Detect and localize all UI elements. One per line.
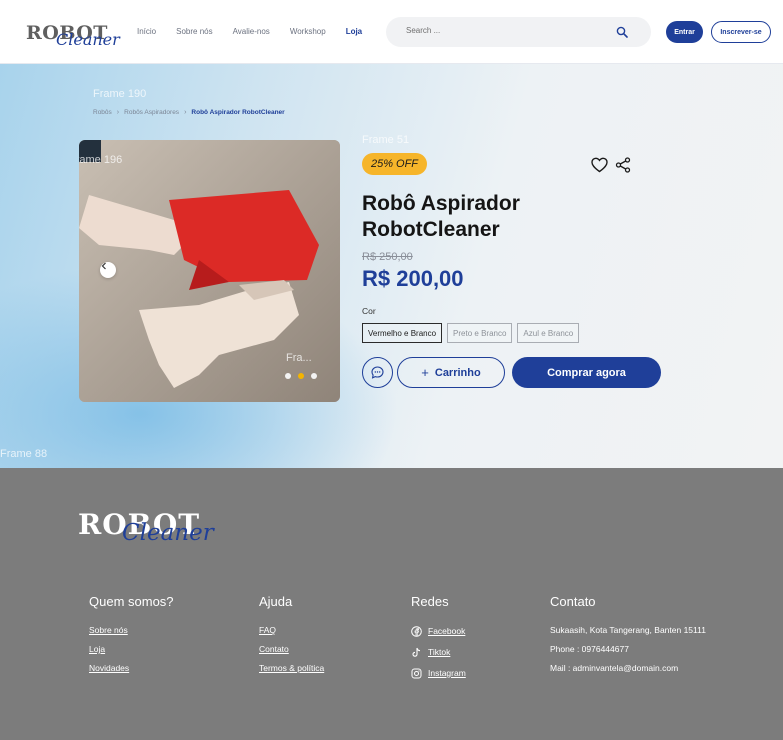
discount-badge: 25% OFF <box>362 153 427 175</box>
gallery-prev-button[interactable] <box>100 262 116 278</box>
tiktok-icon <box>412 647 421 657</box>
frame-label: Frame 88 <box>0 448 48 460</box>
search-input[interactable] <box>406 26 606 35</box>
logo-script: Cleaner <box>56 30 120 49</box>
social-link-label[interactable]: Facebook <box>428 627 465 636</box>
chat-icon <box>371 366 384 379</box>
current-price: R$ 200,00 <box>362 266 464 291</box>
footer-contact: Contato Sukaasih, Kota Tangerang, Banten… <box>550 594 706 683</box>
search-bar <box>386 17 651 47</box>
nav-item-loja[interactable]: Loja <box>346 27 362 37</box>
product-gallery[interactable]: Frame 196 Fra... <box>79 140 340 402</box>
main-nav: Início Sobre nós Avalie-nos Workshop Loj… <box>137 27 382 37</box>
product-hero: Frame 190 Frame 51 Frame 88 Robôs › Robô… <box>0 64 783 468</box>
color-options: Vermelho e Branco Preto e Branco Azul e … <box>362 323 580 343</box>
instagram-icon <box>411 668 422 679</box>
footer-link-termos[interactable]: Termos & política <box>259 664 324 673</box>
color-option-azul-branco[interactable]: Azul e Branco <box>517 323 580 343</box>
chevron-left-icon <box>101 262 106 270</box>
frame-label: Frame 190 <box>93 88 147 100</box>
add-to-cart-label: Carrinho <box>434 366 481 379</box>
footer-link-contato[interactable]: Contato <box>259 645 324 654</box>
heart-icon[interactable] <box>591 157 608 173</box>
gallery-dot[interactable] <box>285 373 291 379</box>
color-option-preto-branco[interactable]: Preto e Branco <box>447 323 513 343</box>
footer-social: Redes Facebook Tiktok Instagram <box>411 594 466 689</box>
breadcrumb: Robôs › Robôs Aspiradores › Robô Aspirad… <box>93 109 285 116</box>
footer-link-sobre[interactable]: Sobre nós <box>89 626 174 635</box>
frame-label: Frame 196 <box>79 154 123 166</box>
footer-link-novidades[interactable]: Novidades <box>89 664 174 673</box>
facebook-icon <box>411 626 422 637</box>
gallery-dot[interactable] <box>311 373 317 379</box>
logo[interactable]: ROBOT Cleaner <box>26 22 120 50</box>
gallery-dot-active[interactable] <box>298 373 304 379</box>
social-instagram[interactable]: Instagram <box>411 668 466 679</box>
chat-button[interactable] <box>362 357 393 388</box>
nav-item-sobre[interactable]: Sobre nós <box>176 27 212 37</box>
frame-label: Frame 51 <box>362 134 410 146</box>
breadcrumb-item[interactable]: Robôs Aspiradores <box>124 109 179 116</box>
social-link-label[interactable]: Instagram <box>428 669 466 678</box>
signup-button[interactable]: Inscrever-se <box>711 21 771 43</box>
footer-link-loja[interactable]: Loja <box>89 645 174 654</box>
site-header: ROBOT Cleaner Início Sobre nós Avalie-no… <box>0 0 783 64</box>
social-facebook[interactable]: Facebook <box>411 626 466 637</box>
chevron-right-icon: › <box>116 109 120 116</box>
footer-help: Ajuda FAQ Contato Termos & política <box>259 594 324 683</box>
contact-address: Sukaasih, Kota Tangerang, Banten 15111 <box>550 625 706 635</box>
nav-item-workshop[interactable]: Workshop <box>290 27 326 37</box>
contact-phone: Phone : 0976444677 <box>550 644 629 654</box>
footer-about: Quem somos? Sobre nós Loja Novidades <box>89 594 174 683</box>
breadcrumb-current: Robô Aspirador RobotCleaner <box>191 109 285 116</box>
gallery-dots <box>285 373 317 379</box>
chevron-right-icon: › <box>184 109 187 116</box>
social-tiktok[interactable]: Tiktok <box>411 647 466 658</box>
footer-heading: Redes <box>411 594 449 609</box>
buy-now-button[interactable]: Comprar agora <box>512 357 661 388</box>
old-price: R$ 250,00 <box>362 251 413 263</box>
color-option-vermelho-branco[interactable]: Vermelho e Branco <box>362 323 443 343</box>
nav-item-inicio[interactable]: Início <box>137 27 156 37</box>
footer-heading: Ajuda <box>259 594 293 609</box>
nav-item-avalie[interactable]: Avalie-nos <box>233 27 270 37</box>
footer-link-faq[interactable]: FAQ <box>259 626 324 635</box>
login-button[interactable]: Entrar <box>666 21 703 43</box>
product-title: Robô Aspirador RobotCleaner <box>362 192 520 241</box>
plus-icon: + <box>421 365 429 380</box>
contact-mail: Mail : adminvantela@domain.com <box>550 663 679 673</box>
footer-logo[interactable]: ROBOT Cleaner <box>78 508 214 550</box>
search-icon[interactable] <box>616 26 628 38</box>
social-link-label[interactable]: Tiktok <box>428 648 450 657</box>
frame-label: Fra... <box>286 352 312 364</box>
footer-heading: Contato <box>550 594 596 609</box>
share-icon[interactable] <box>615 157 631 173</box>
site-footer: ROBOT Cleaner Quem somos? Sobre nós Loja… <box>0 468 783 740</box>
breadcrumb-item[interactable]: Robôs <box>93 109 112 116</box>
color-label: Cor <box>362 306 376 316</box>
footer-logo-script: Cleaner <box>122 520 214 546</box>
footer-heading: Quem somos? <box>89 594 174 609</box>
add-to-cart-button[interactable]: + Carrinho <box>397 357 505 388</box>
